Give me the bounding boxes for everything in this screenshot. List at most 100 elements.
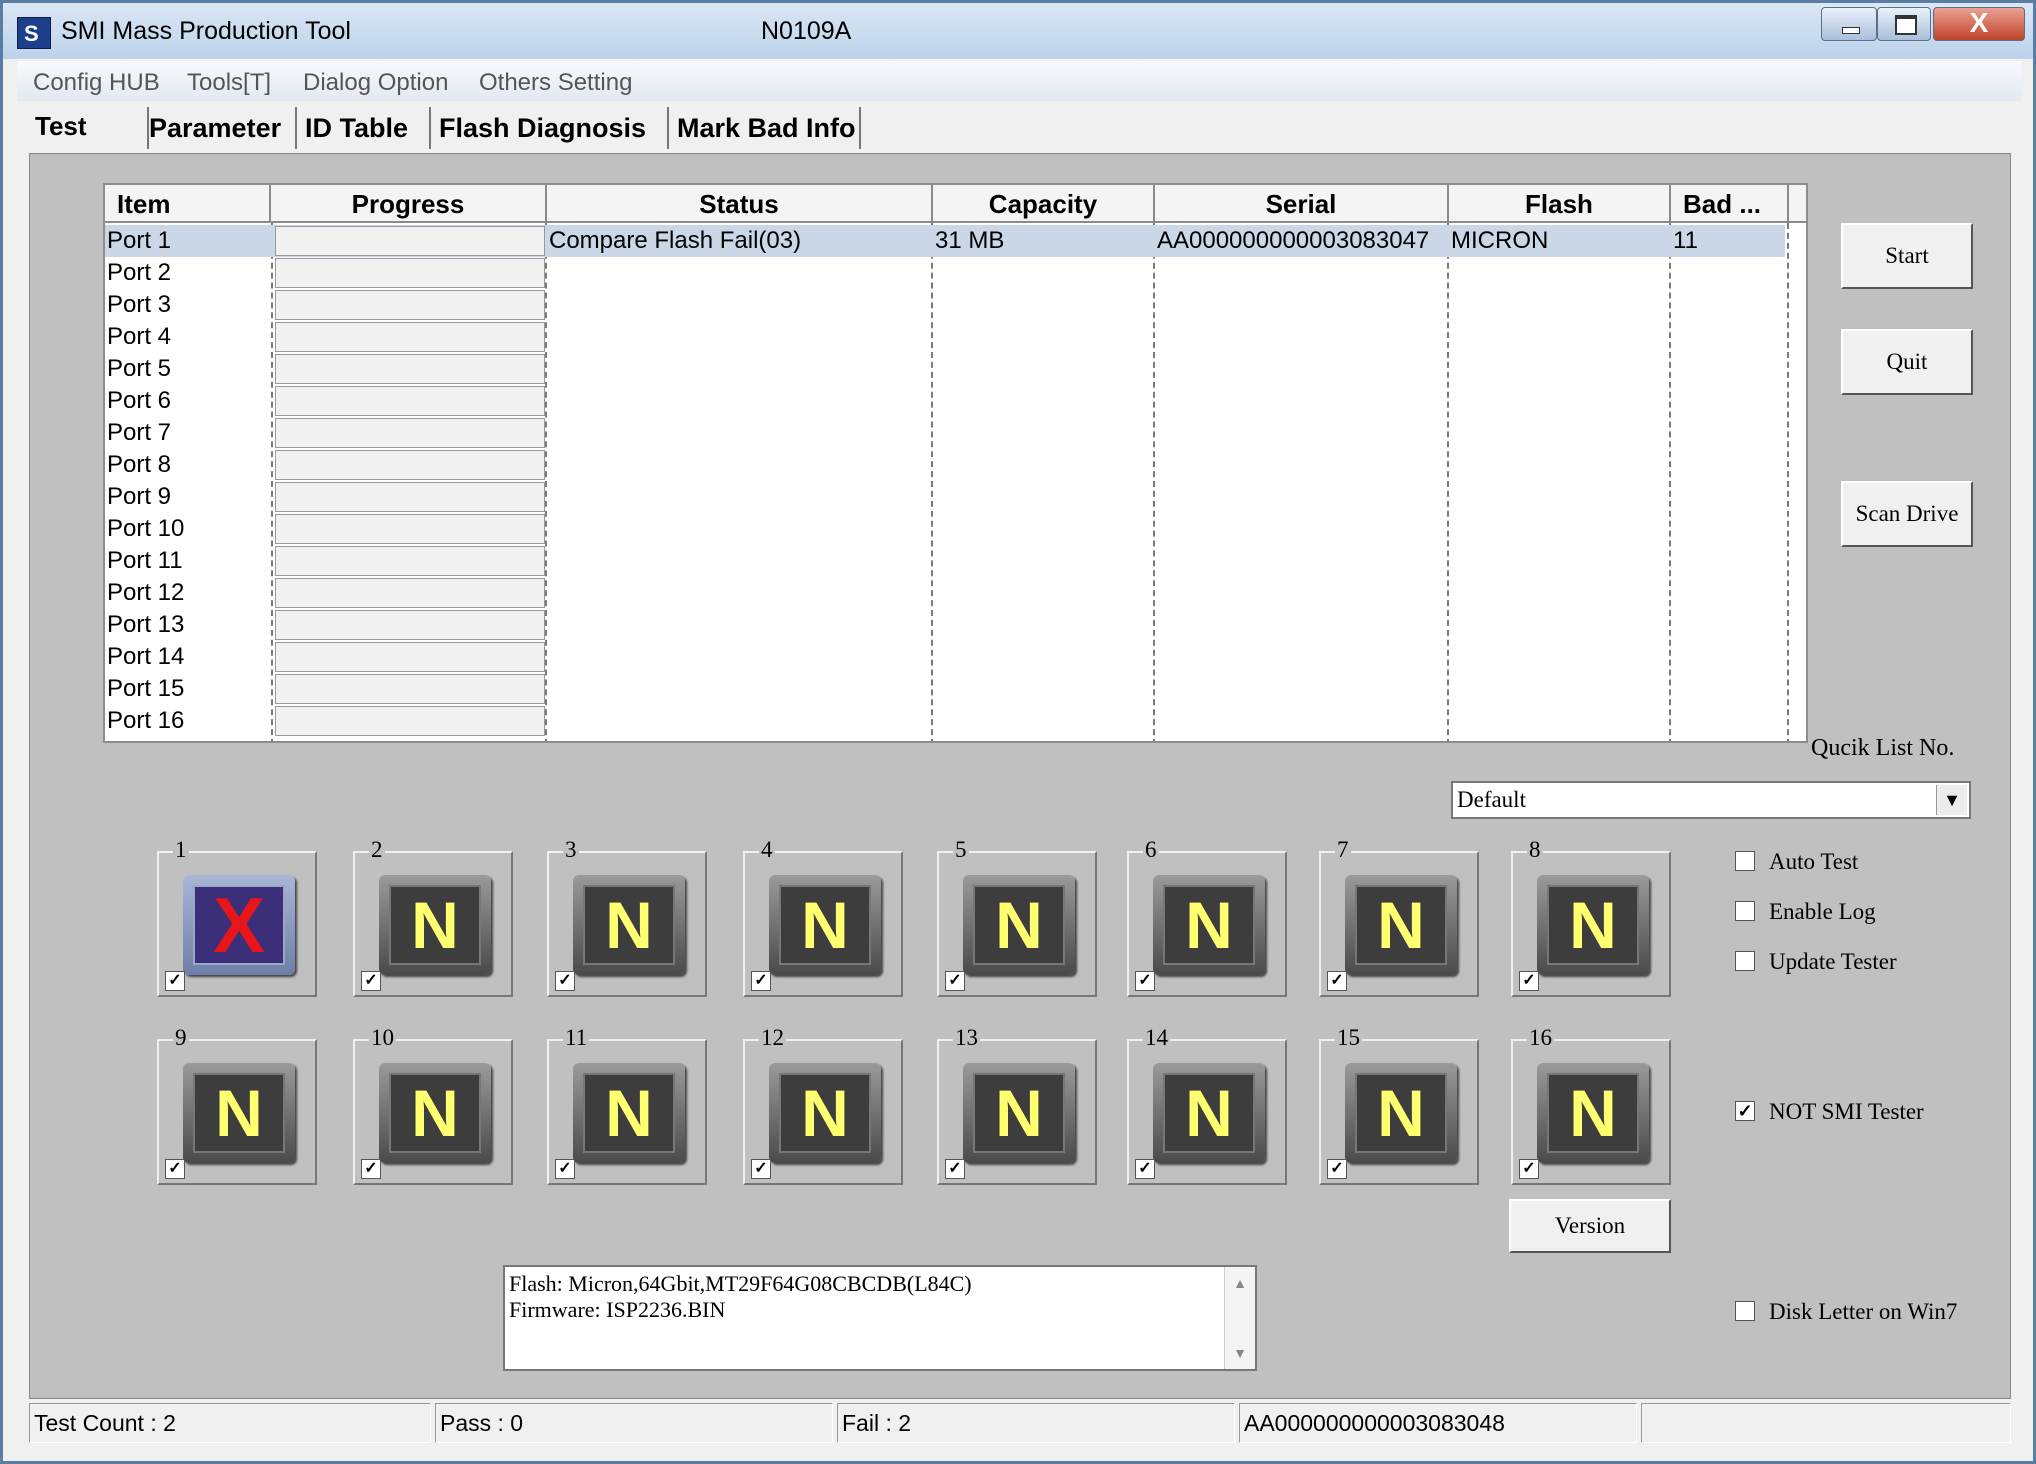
scan-drive-button[interactable]: Scan Drive <box>1841 481 1973 547</box>
port-enable-checkbox[interactable]: ✓ <box>945 971 965 991</box>
port-enable-checkbox[interactable]: ✓ <box>945 1159 965 1179</box>
table-row[interactable]: Port 5 <box>105 353 1806 385</box>
auto-test-box[interactable] <box>1735 851 1755 871</box>
cell-flash <box>1451 417 1671 449</box>
cell-item: Port 7 <box>107 419 172 446</box>
tab-parameter[interactable]: Parameter <box>141 107 297 149</box>
port-tile-3[interactable]: 3 N ✓ <box>547 837 707 997</box>
port-grid[interactable]: Item Progress Status Capacity Serial Fla… <box>103 183 1808 743</box>
table-row[interactable]: Port 11 <box>105 545 1806 577</box>
table-row[interactable]: Port 10 <box>105 513 1806 545</box>
port-enable-checkbox[interactable]: ✓ <box>361 971 381 991</box>
port-enable-checkbox[interactable]: ✓ <box>1135 971 1155 991</box>
progress-bar <box>275 642 545 672</box>
table-row[interactable]: Port 4 <box>105 321 1806 353</box>
table-row[interactable]: Port 7 <box>105 417 1806 449</box>
table-row[interactable]: Port 14 <box>105 641 1806 673</box>
col-header-flash[interactable]: Flash <box>1449 185 1671 223</box>
port-tile-14[interactable]: 14 N ✓ <box>1127 1025 1287 1185</box>
port-enable-checkbox[interactable]: ✓ <box>1327 971 1347 991</box>
menu-dialog-option[interactable]: Dialog Option <box>303 69 448 97</box>
version-button[interactable]: Version <box>1509 1199 1671 1253</box>
update-tester-box[interactable] <box>1735 951 1755 971</box>
close-button[interactable]: X <box>1933 7 2025 41</box>
cell-item: Port 14 <box>107 643 185 670</box>
table-row[interactable]: Port 3 <box>105 289 1806 321</box>
table-row[interactable]: Port 15 <box>105 673 1806 705</box>
port-enable-checkbox[interactable]: ✓ <box>361 1159 381 1179</box>
port-enable-checkbox[interactable]: ✓ <box>1519 971 1539 991</box>
port-enable-checkbox[interactable]: ✓ <box>1327 1159 1347 1179</box>
minimize-button[interactable] <box>1821 7 1877 41</box>
table-row[interactable]: Port 8 <box>105 449 1806 481</box>
port-enable-checkbox[interactable]: ✓ <box>555 1159 575 1179</box>
col-header-status[interactable]: Status <box>547 185 933 223</box>
col-header-bad[interactable]: Bad ... <box>1671 185 1789 223</box>
port-enable-checkbox[interactable]: ✓ <box>751 971 771 991</box>
table-row[interactable]: Port 9 <box>105 481 1806 513</box>
port-tile-1[interactable]: 1 X ✓ <box>157 837 317 997</box>
port-enable-checkbox[interactable]: ✓ <box>751 1159 771 1179</box>
tab-test[interactable]: Test <box>31 107 149 149</box>
port-tile-2[interactable]: 2 N ✓ <box>353 837 513 997</box>
port-tile-12[interactable]: 12 N ✓ <box>743 1025 903 1185</box>
port-enable-checkbox[interactable]: ✓ <box>165 1159 185 1179</box>
col-header-progress[interactable]: Progress <box>271 185 547 223</box>
port-tile-8[interactable]: 8 N ✓ <box>1511 837 1671 997</box>
port-enable-checkbox[interactable]: ✓ <box>1519 1159 1539 1179</box>
title-bar[interactable]: S SMI Mass Production Tool N0109A X <box>3 3 2033 59</box>
port-tile-7[interactable]: 7 N ✓ <box>1319 837 1479 997</box>
menu-others-setting[interactable]: Others Setting <box>479 69 632 97</box>
port-state-glyph: N <box>583 1073 675 1153</box>
port-fail-icon: X <box>183 875 295 975</box>
disk-letter-box[interactable] <box>1735 1301 1755 1321</box>
app-logo-icon: S <box>17 17 51 49</box>
info-scrollbar[interactable]: ▲ ▼ <box>1224 1267 1255 1369</box>
quick-list-select[interactable]: Default ▼ <box>1451 781 1971 819</box>
port-tile-11[interactable]: 11 N ✓ <box>547 1025 707 1185</box>
port-tile-4[interactable]: 4 N ✓ <box>743 837 903 997</box>
port-enable-checkbox[interactable]: ✓ <box>165 971 185 991</box>
port-tile-9[interactable]: 9 N ✓ <box>157 1025 317 1185</box>
port-tile-6[interactable]: 6 N ✓ <box>1127 837 1287 997</box>
quit-button[interactable]: Quit <box>1841 329 1973 395</box>
port-tile-5[interactable]: 5 N ✓ <box>937 837 1097 997</box>
enable-log-box[interactable] <box>1735 901 1755 921</box>
port-tile-10[interactable]: 10 N ✓ <box>353 1025 513 1185</box>
not-smi-tester-box[interactable]: ✓ <box>1735 1101 1755 1121</box>
table-row[interactable]: Port 13 <box>105 609 1806 641</box>
cell-serial <box>1157 609 1449 641</box>
scroll-down-icon[interactable]: ▼ <box>1225 1347 1255 1363</box>
port-tile-16[interactable]: 16 N ✓ <box>1511 1025 1671 1185</box>
cell-status <box>549 577 933 609</box>
port-enable-checkbox[interactable]: ✓ <box>555 971 575 991</box>
menu-tools[interactable]: Tools[T] <box>187 69 271 97</box>
chevron-down-icon[interactable]: ▼ <box>1936 785 1967 815</box>
tab-flash-diagnosis[interactable]: Flash Diagnosis <box>431 107 669 149</box>
scroll-up-icon[interactable]: ▲ <box>1225 1277 1255 1293</box>
col-header-serial[interactable]: Serial <box>1155 185 1449 223</box>
port-enable-checkbox[interactable]: ✓ <box>1135 1159 1155 1179</box>
port-tile-15[interactable]: 15 N ✓ <box>1319 1025 1479 1185</box>
col-header-capacity[interactable]: Capacity <box>933 185 1155 223</box>
table-row[interactable]: Port 6 <box>105 385 1806 417</box>
table-row[interactable]: Port 2 <box>105 257 1806 289</box>
flash-info-box[interactable]: Flash: Micron,64Gbit,MT29F64G08CBCDB(L84… <box>503 1265 1257 1371</box>
cell-bad <box>1673 385 1789 417</box>
menu-config-hub[interactable]: Config HUB <box>33 69 160 97</box>
tab-id-table[interactable]: ID Table <box>297 107 431 149</box>
cell-status <box>549 321 933 353</box>
col-header-item[interactable]: Item <box>105 185 271 223</box>
start-button[interactable]: Start <box>1841 223 1973 289</box>
cell-serial <box>1157 353 1449 385</box>
tab-mark-bad-info[interactable]: Mark Bad Info <box>669 107 861 149</box>
port-none-icon: N <box>379 875 491 975</box>
cell-flash <box>1451 577 1671 609</box>
table-row[interactable]: Port 16 <box>105 705 1806 737</box>
cell-capacity <box>935 609 1155 641</box>
port-state-glyph: N <box>973 1073 1065 1153</box>
table-row[interactable]: Port 12 <box>105 577 1806 609</box>
table-row[interactable]: Port 1 Compare Flash Fail(03) 31 MB AA00000… <box>105 225 1785 257</box>
port-tile-13[interactable]: 13 N ✓ <box>937 1025 1097 1185</box>
maximize-button[interactable] <box>1877 7 1931 41</box>
